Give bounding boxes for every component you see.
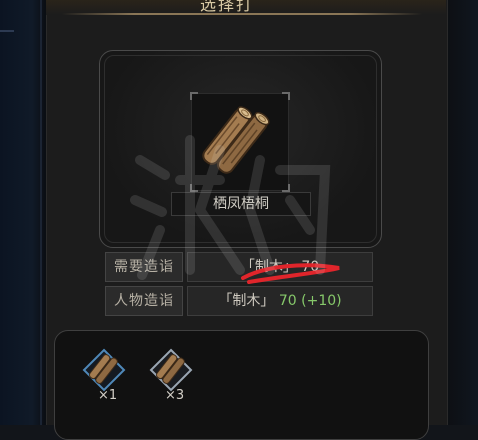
wood-log-icon [202, 106, 270, 174]
left-accent-line [0, 30, 14, 32]
character-skill-row: 人物造诣 「制木」 70 (+10) [105, 286, 373, 316]
character-skill-label: 人物造诣 [105, 286, 183, 316]
title-divider [62, 13, 422, 15]
required-skill-label: 需要造诣 [105, 252, 183, 282]
right-side-panel [446, 0, 478, 425]
inventory-count: ×1 [98, 388, 118, 403]
left-divider [40, 0, 42, 425]
item-name: 栖凤梧桐 [171, 192, 311, 216]
left-side-panel [0, 0, 46, 425]
inventory-slot[interactable] [82, 348, 126, 392]
character-skill-value: 70 [278, 293, 297, 309]
inventory-count: ×3 [165, 388, 185, 403]
red-annotation-mark [241, 263, 340, 284]
wood-log-icon [149, 348, 193, 392]
inventory-slot[interactable] [149, 348, 193, 392]
wood-log-icon [82, 348, 126, 392]
character-skill-bonus: (+10) [301, 293, 342, 309]
character-skill-value-box: 「制木」 70 (+10) [187, 286, 373, 316]
character-skill-name: 「制木」 [218, 293, 275, 309]
selected-item-slot[interactable] [190, 92, 290, 192]
